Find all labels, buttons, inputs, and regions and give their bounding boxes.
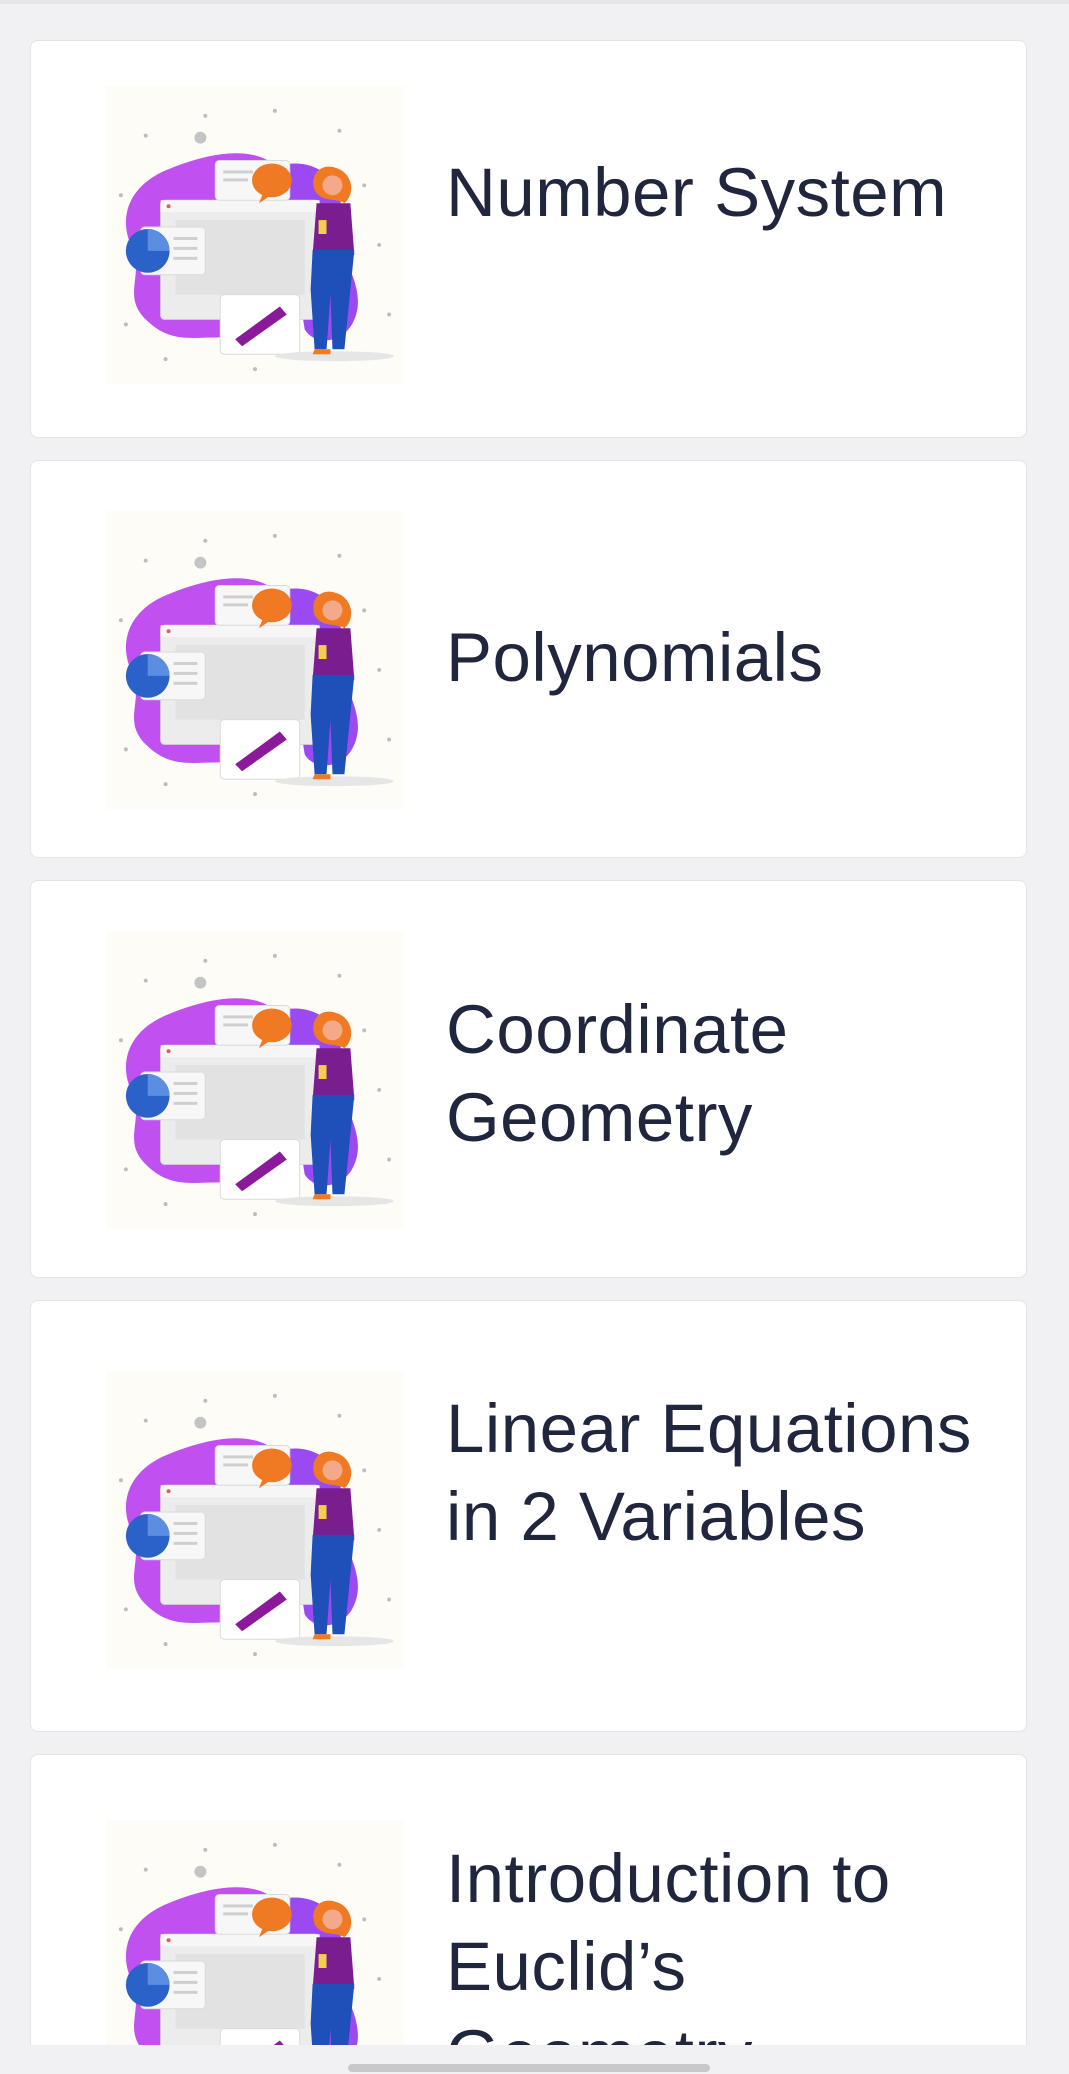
topic-title: Number System — [446, 154, 948, 231]
topic-card-linear-equations[interactable]: Linear Equations in 2 Variables — [30, 1300, 1027, 1732]
topic-illustration-icon — [106, 1820, 404, 2045]
topic-title: Introduction to Euclid’s Geometry — [446, 1840, 891, 2045]
topic-card-polynomials[interactable]: Polynomials — [30, 460, 1027, 858]
topic-illustration-icon — [106, 931, 404, 1229]
topic-illustration-icon — [106, 86, 404, 384]
home-indicator[interactable] — [348, 2064, 710, 2072]
topic-title: Linear Equations in 2 Variables — [446, 1390, 972, 1555]
topic-illustration-icon — [106, 511, 404, 809]
topic-card-coordinate-geometry[interactable]: Coordinate Geometry — [30, 880, 1027, 1278]
topic-card-number-system[interactable]: Number System — [30, 40, 1027, 438]
topic-title: Polynomials — [446, 619, 824, 696]
topic-title: Coordinate Geometry — [446, 991, 789, 1156]
topic-illustration-icon — [106, 1371, 404, 1669]
topic-card-euclid-geometry[interactable]: Introduction to Euclid’s Geometry — [30, 1754, 1027, 2045]
topic-list[interactable]: Number System Polynomials Coordinate Geo… — [0, 0, 1069, 2045]
